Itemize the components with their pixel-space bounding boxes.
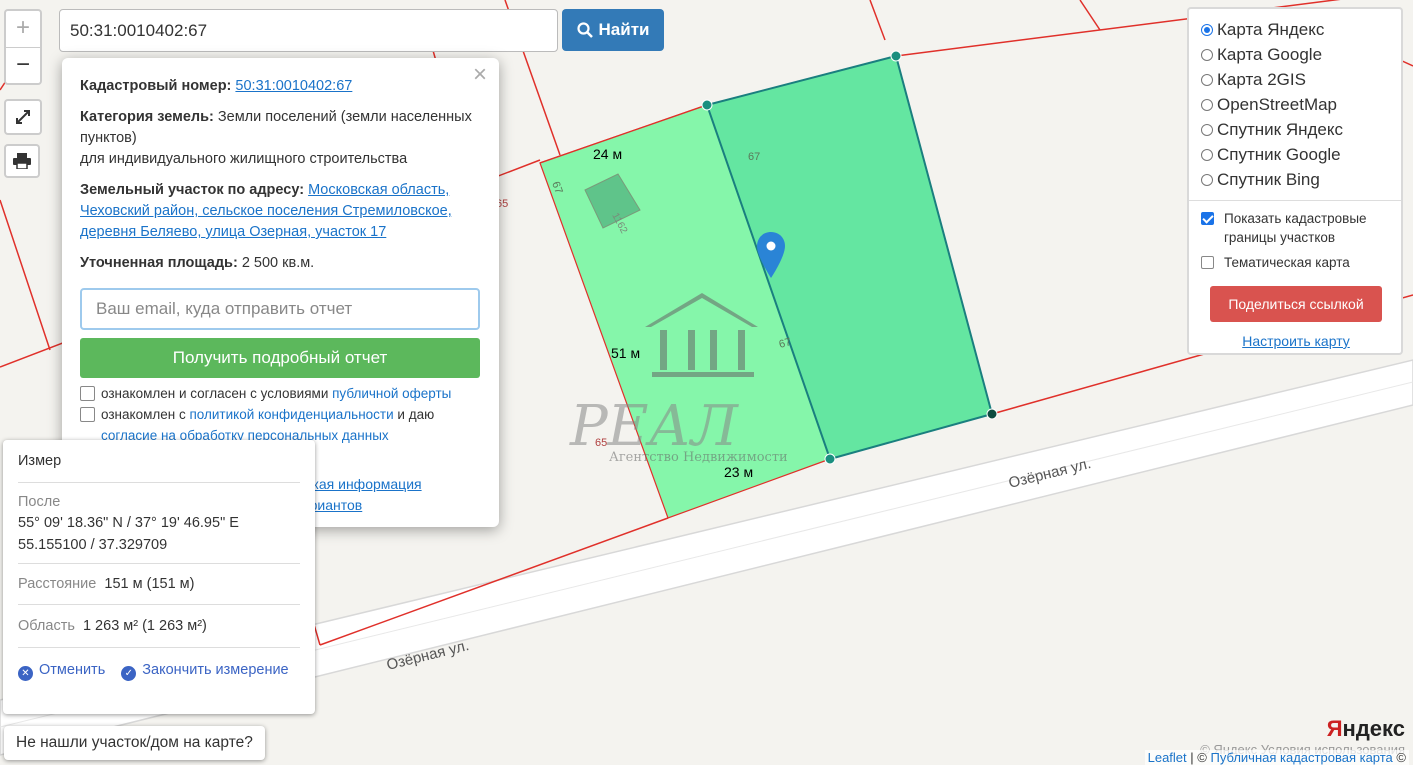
basemap-option-label: Спутник Яндекс (1217, 119, 1343, 139)
radio-button[interactable] (1201, 48, 1213, 61)
measure-vertex[interactable] (824, 453, 836, 465)
basemap-option[interactable]: Карта Яндекс (1201, 17, 1391, 42)
close-icon[interactable]: × (473, 63, 487, 87)
coord-decimal: 55.155100 / 37.329709 (18, 537, 168, 553)
privacy-link[interactable]: политикой конфиденциальности (189, 407, 393, 422)
basemap-option[interactable]: Карта 2GIS (1201, 67, 1391, 92)
cancel-icon: ✕ (18, 666, 33, 681)
area-measure-value: 1 263 м² (1 263 м²) (82, 618, 207, 634)
configure-map-link[interactable]: Настроить карту (1201, 333, 1391, 349)
area-label: Уточненная площадь: (80, 255, 238, 271)
measure-title: Измер (18, 453, 62, 469)
basemap-option-label: OpenStreetMap (1217, 94, 1338, 114)
basemap-option[interactable]: Спутник Яндекс (1201, 117, 1391, 142)
area-measure-label: Область (18, 618, 75, 634)
basemap-option-label: Карта Google (1217, 44, 1323, 64)
layers-panel: Карта Яндекс Карта Google Карта 2GIS OpenSt… (1187, 7, 1403, 355)
radio-button[interactable] (1201, 73, 1213, 86)
cadastral-number-row: Кадастровый номер: 50:31:0010402:67 (80, 76, 481, 97)
attribution: Leaflet | © Публичная кадастровая карта … (1144, 750, 1409, 765)
check-icon: ✓ (121, 666, 137, 681)
last-point-label: После (18, 494, 61, 510)
area-row: Уточненная площадь: 2 500 кв.м. (80, 253, 481, 274)
yandex-logo: Яндекс (1326, 716, 1405, 741)
radio-button[interactable] (1201, 23, 1213, 36)
email-input[interactable]: Ваш email, куда отправить отчет (80, 288, 480, 330)
thematic-label: Тематическая карта (1224, 255, 1350, 270)
basemap-option[interactable]: Карта Google (1201, 42, 1391, 67)
parcel-label: 67 (748, 151, 760, 163)
offer-link[interactable]: публичной оферты (332, 386, 451, 401)
dimension-side: 51 м (611, 345, 640, 361)
address-row: Земельный участок по адресу: Московская … (80, 180, 481, 243)
measure-vertex[interactable] (890, 50, 902, 62)
leaflet-link[interactable]: Leaflet (1148, 750, 1187, 765)
basemap-option[interactable]: OpenStreetMap (1201, 92, 1391, 117)
basemap-option[interactable]: Спутник Bing (1201, 167, 1391, 192)
dimension-top: 24 м (593, 146, 622, 162)
radio-button[interactable] (1201, 173, 1213, 186)
basemap-option-label: Карта 2GIS (1217, 69, 1306, 89)
offer-checkbox[interactable] (80, 386, 95, 401)
area-value: 2 500 кв.м. (241, 255, 315, 271)
pkk-link[interactable]: Публичная кадастровая карта (1210, 750, 1392, 765)
show-borders-label: Показать кадастровые границы участков (1224, 211, 1367, 245)
divider (1189, 200, 1401, 201)
measure-vertex[interactable] (986, 408, 998, 420)
fullscreen-button[interactable] (4, 99, 42, 135)
offer-consent-text: ознакомлен и согласен с условиями публич… (101, 386, 452, 401)
land-category-row: Категория земель: Земли поселений (земли… (80, 107, 481, 170)
cadastral-number-link[interactable]: 50:31:0010402:67 (235, 78, 352, 94)
last-point: После 55° 09' 18.36" N / 37° 19' 46.95" … (18, 482, 300, 563)
svg-text:Агентство Недвижимости: Агентство Недвижимости (609, 450, 788, 465)
show-borders-checkbox[interactable] (1201, 212, 1214, 225)
get-report-button[interactable]: Получить подробный отчет (80, 338, 480, 378)
measure-panel: Измер После 55° 09' 18.36" N / 37° 19' 4… (3, 440, 315, 714)
distance-label: Расстояние (18, 576, 97, 592)
radio-button[interactable] (1201, 98, 1213, 111)
print-button[interactable] (4, 144, 40, 178)
radio-button[interactable] (1201, 148, 1213, 161)
search-button[interactable]: Найти (562, 9, 664, 51)
land-use-value: для индивидуального жилищного строительс… (80, 151, 408, 167)
dimension-bottom: 23 м (724, 464, 753, 480)
not-found-button[interactable]: Не нашли участок/дом на карте? (4, 726, 265, 760)
land-category-label: Категория земель: (80, 109, 214, 125)
search-input[interactable]: 50:31:0010402:67 (59, 9, 558, 52)
privacy-checkbox[interactable] (80, 407, 95, 422)
basemap-option-label: Спутник Bing (1217, 169, 1320, 189)
zoom-in-button[interactable]: + (6, 11, 40, 48)
thematic-checkbox[interactable] (1201, 256, 1214, 269)
address-label: Земельный участок по адресу: (80, 182, 305, 198)
basemap-option-label: Спутник Google (1217, 144, 1341, 164)
measure-vertex[interactable] (701, 99, 713, 111)
cancel-measure-button[interactable]: ✕ Отменить (18, 662, 105, 681)
search-button-label: Найти (598, 20, 650, 39)
area-measure-row: Область 1 263 м² (1 263 м²) (18, 604, 300, 647)
distance-row: Расстояние 151 м (151 м) (18, 563, 300, 604)
measure-actions: ✕ Отменить ✓ Закончить измерение (18, 647, 300, 681)
basemap-option-label: Карта Яндекс (1217, 19, 1325, 39)
basemap-option[interactable]: Спутник Google (1201, 142, 1391, 167)
radio-button[interactable] (1201, 123, 1213, 136)
share-link-button[interactable]: Поделиться ссылкой (1210, 286, 1382, 322)
zoom-out-button[interactable]: − (6, 48, 40, 84)
cadastral-number-label: Кадастровый номер: (80, 78, 232, 94)
finish-measure-button[interactable]: ✓ Закончить измерение (121, 662, 289, 681)
zoom-control: + − (4, 9, 42, 85)
printer-icon (13, 153, 31, 169)
show-borders-toggle[interactable]: Показать кадастровые границы участков (1201, 209, 1391, 247)
expand-icon (16, 110, 30, 124)
basemap-list: Карта Яндекс Карта Google Карта 2GIS OpenSt… (1201, 17, 1391, 192)
search-icon (576, 22, 593, 38)
distance-value: 151 м (151 м) (104, 576, 195, 592)
offer-consent: ознакомлен и согласен с условиями публич… (80, 383, 481, 404)
coord-dms: 55° 09' 18.36" N / 37° 19' 46.95" E (18, 515, 239, 531)
thematic-toggle[interactable]: Тематическая карта (1201, 253, 1391, 272)
